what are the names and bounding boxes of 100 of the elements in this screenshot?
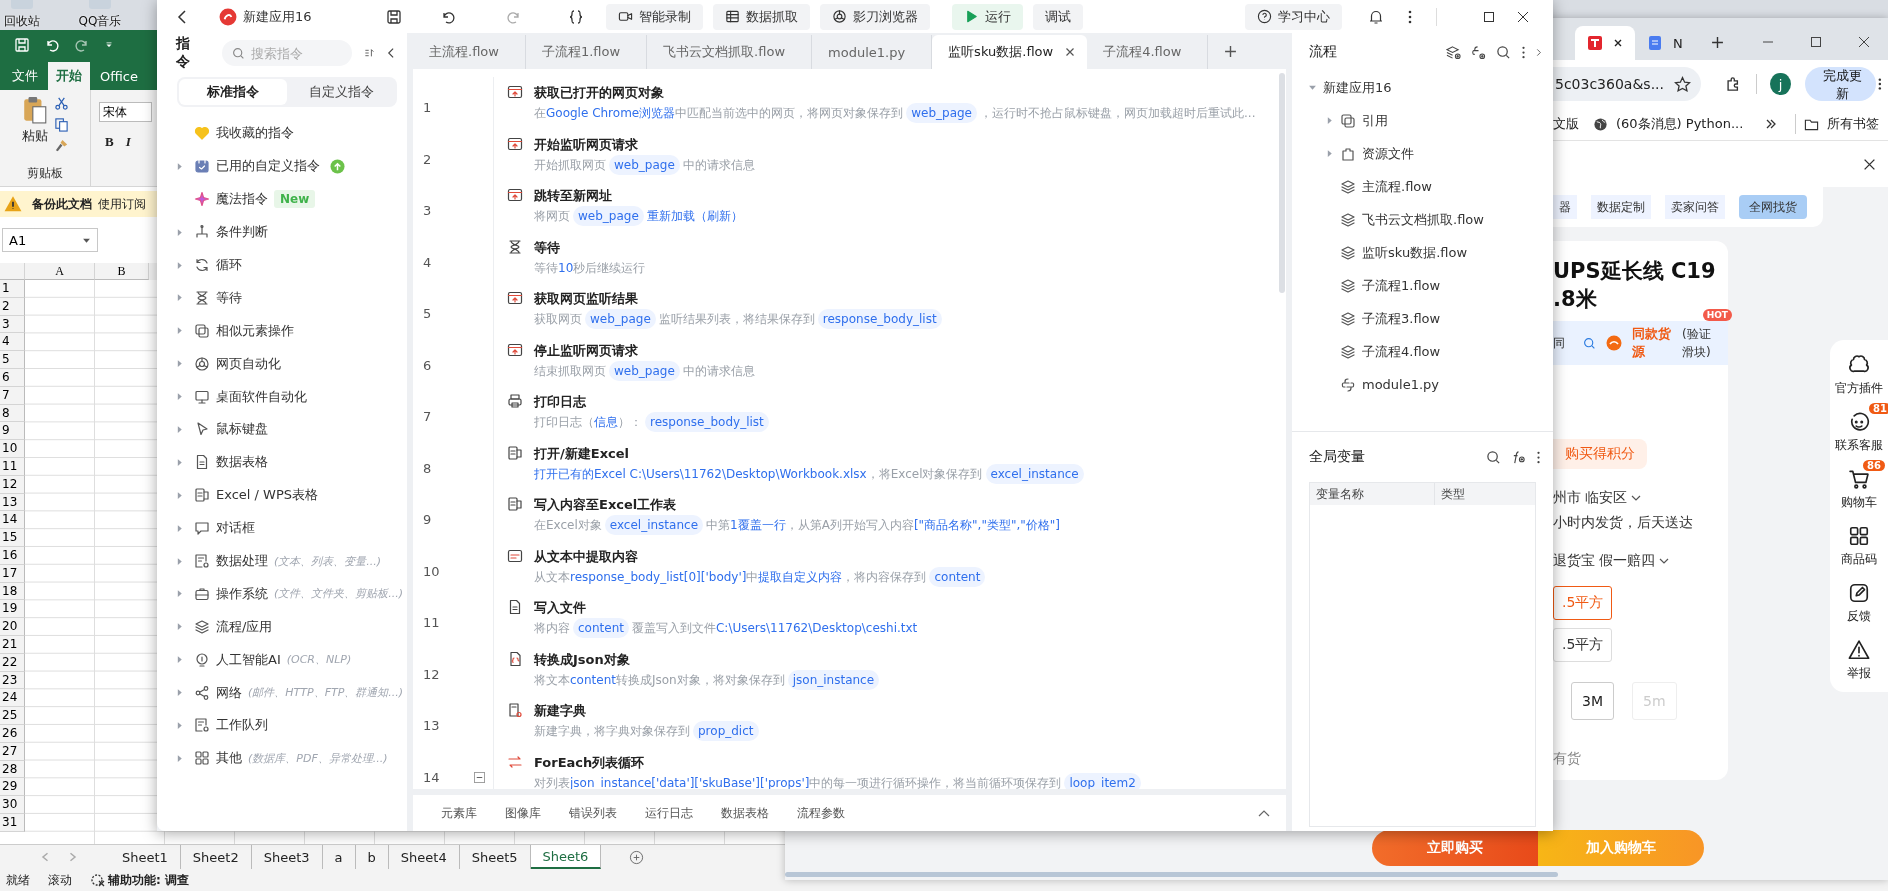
command-category[interactable]: 操作系统 (216, 584, 268, 603)
step-title[interactable]: 打印日志 (534, 392, 586, 411)
side-tool-link[interactable]: 购物车 (1841, 494, 1877, 511)
step-title[interactable]: 打开/新建Excel (534, 443, 629, 463)
row-number[interactable]: 10 (0, 440, 25, 458)
parameter-link[interactable]: json_instance['data']['skuBase']['props'] (570, 772, 810, 789)
learning-center-button[interactable]: 学习中心 (1245, 3, 1342, 30)
bookmark-folder[interactable]: 所有书签 (1827, 115, 1880, 133)
row-number[interactable]: 30 (0, 796, 25, 814)
panel-tab[interactable]: 数据表格 (707, 804, 783, 822)
variable-chip[interactable]: json_instance (787, 669, 880, 690)
command-tab[interactable]: 自定义指令 (287, 79, 395, 105)
step-title[interactable]: 新建字典 (534, 701, 586, 720)
tree-item[interactable]: 飞书云文档抓取.flow (1362, 210, 1484, 229)
row-number[interactable]: 19 (0, 600, 25, 619)
row-number[interactable]: 9 (0, 422, 25, 441)
side-tool-link[interactable]: 官方插件 (1835, 380, 1883, 397)
length-option[interactable]: 3M (1571, 682, 1614, 720)
browser-tab[interactable]: N (1635, 26, 1695, 60)
column-header[interactable]: 类型 (1435, 483, 1535, 505)
toolbar-button[interactable]: 数据抓取 (712, 3, 810, 30)
name-box[interactable]: A1 (2, 228, 98, 252)
command-tab[interactable]: 标准指令 (179, 79, 287, 105)
step-title[interactable]: 转换成Json对象 (534, 649, 630, 669)
nav-link[interactable]: 卖家问答 (1665, 195, 1725, 219)
command-category[interactable]: 流程/应用 (216, 617, 273, 636)
command-category[interactable]: Excel / WPS表格 (216, 486, 319, 505)
variable-chip[interactable]: response_body_list (645, 412, 769, 432)
font-name-field[interactable]: 宋体 (99, 102, 152, 122)
command-category[interactable]: 工作队列 (216, 716, 268, 735)
command-category[interactable]: 条件判断 (216, 223, 268, 242)
update-button[interactable]: 完成更新 (1804, 67, 1877, 101)
variable-chip[interactable]: content (929, 566, 986, 587)
column-header[interactable]: B (95, 263, 149, 280)
row-number[interactable]: 20 (0, 618, 25, 636)
tree-item[interactable]: 子流程3.flow (1362, 309, 1441, 328)
format-button[interactable]: B (105, 134, 114, 150)
file-tab[interactable]: 监听sku数据.flow (932, 35, 1088, 69)
step-title[interactable]: 开始监听网页请求 (534, 134, 638, 154)
ribbon-tab[interactable]: 文件 (4, 62, 46, 90)
step-title[interactable]: 跳转至新网址 (534, 186, 612, 205)
tree-item[interactable]: 主流程.flow (1362, 177, 1432, 196)
command-category[interactable]: 桌面软件自动化 (216, 387, 307, 406)
tree-item[interactable]: 子流程4.flow (1362, 342, 1441, 361)
variable-chip[interactable]: response_body_list (817, 309, 942, 329)
format-button[interactable]: I (125, 134, 131, 150)
command-category[interactable]: 其他 (216, 749, 242, 768)
tree-item[interactable]: module1.py (1362, 377, 1440, 392)
command-category[interactable]: 网页自动化 (216, 354, 281, 373)
parameter-link[interactable]: 10 (558, 257, 574, 278)
command-category[interactable]: 我收藏的指令 (216, 124, 294, 143)
bookmark[interactable]: 文版 (1553, 115, 1579, 133)
tree-item[interactable]: 新建应用16 (1323, 78, 1392, 97)
row-number[interactable]: 24 (0, 689, 25, 708)
step-title[interactable]: 从文本中提取内容 (534, 546, 638, 566)
command-category[interactable]: 网络 (216, 683, 242, 702)
step-title[interactable]: 写入内容至Excel工作表 (534, 495, 677, 514)
variable-chip[interactable]: content (573, 618, 629, 638)
parameter-link[interactable]: 1覆盖一行 (730, 515, 786, 535)
step-title[interactable]: 停止监听网页请求 (534, 340, 638, 360)
tree-item[interactable]: 引用 (1362, 111, 1388, 130)
command-category[interactable]: 数据处理 (216, 552, 268, 570)
variable-chip[interactable]: loop_item2 (1064, 772, 1141, 789)
step-title[interactable]: 等待 (534, 237, 560, 257)
parameter-link[interactable]: 提取自定义内容 (758, 566, 843, 587)
parameter-link[interactable]: Google Chrome浏览器 (546, 103, 676, 123)
parameter-link[interactable]: ["商品名称","类型","价格"] (913, 515, 1060, 535)
nav-link[interactable]: 数据定制 (1591, 195, 1651, 219)
command-category[interactable]: 人工智能AI (216, 650, 281, 669)
nav-link[interactable]: 全网找货 (1739, 195, 1807, 219)
panel-tab[interactable]: 运行日志 (631, 804, 707, 822)
command-category[interactable]: 对话框 (216, 519, 255, 538)
step-title[interactable]: 写入文件 (534, 598, 586, 617)
toolbar-button[interactable]: 运行 (951, 3, 1023, 30)
toolbar-button[interactable]: 智能录制 (605, 3, 703, 30)
row-number[interactable]: 14 (0, 511, 25, 530)
row-number[interactable]: 25 (0, 707, 25, 725)
command-category[interactable]: 魔法指令 (216, 190, 268, 209)
tree-item[interactable]: 资源文件 (1362, 144, 1414, 163)
parameter-link[interactable]: 打开已有的Excel C:\Users\11762\Desktop\Workbook.xlsx (534, 463, 867, 484)
ribbon-tab[interactable]: 开始 (48, 62, 90, 90)
toolbar-button[interactable]: 调试 (1032, 3, 1083, 30)
profile-avatar[interactable]: j (1770, 73, 1791, 95)
nav-link[interactable]: 器 (1553, 195, 1577, 219)
tree-item[interactable]: 子流程1.flow (1362, 276, 1441, 295)
variable-chip[interactable]: web_page (609, 360, 680, 381)
bookmark[interactable]: (60条消息) Python... (1616, 115, 1744, 133)
parameter-link[interactable]: response_body_list[0]['body'] (570, 566, 747, 587)
step-title[interactable]: 获取网页监听结果 (534, 289, 638, 308)
variable-chip[interactable]: excel_instance (604, 515, 703, 535)
command-category[interactable]: 数据表格 (216, 453, 268, 472)
row-number[interactable]: 4 (0, 333, 25, 352)
search-field[interactable]: 搜索指令 (221, 40, 352, 66)
panel-tab[interactable]: 图像库 (491, 804, 555, 822)
row-number[interactable]: 5 (0, 351, 25, 369)
row-number[interactable]: 29 (0, 778, 25, 797)
variable-chip[interactable]: web_page (585, 309, 656, 329)
parameter-link[interactable]: 重新加载（刷新） (646, 206, 743, 226)
side-tool-link[interactable]: 联系客服 (1835, 437, 1883, 454)
parameter-link[interactable]: content (570, 669, 616, 690)
